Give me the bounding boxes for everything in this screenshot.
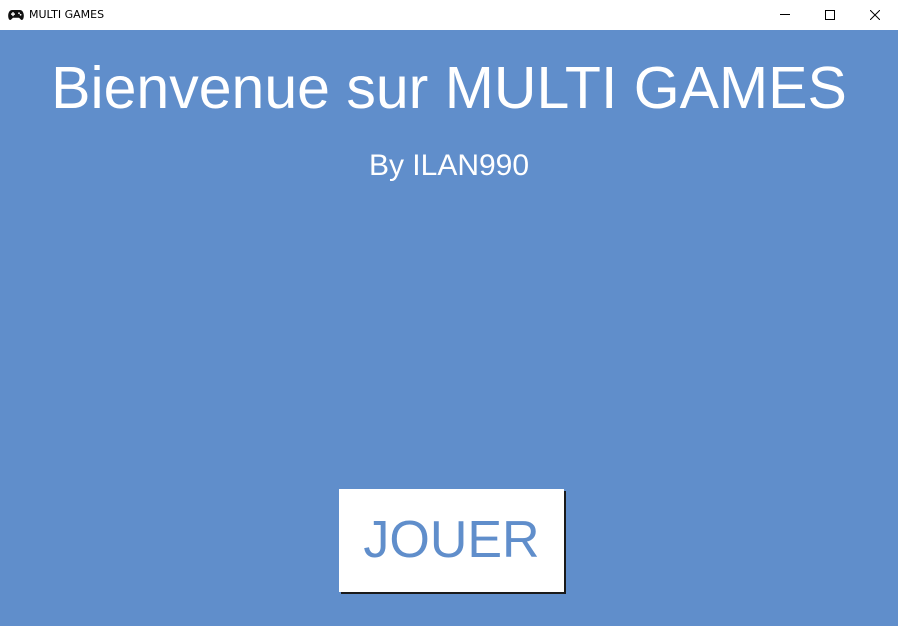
welcome-title: Bienvenue sur MULTI GAMES <box>51 55 847 121</box>
close-icon <box>870 10 880 20</box>
gamepad-icon <box>8 8 24 22</box>
close-button[interactable] <box>852 0 898 30</box>
play-button[interactable]: JOUER <box>339 489 564 592</box>
author-subtitle: By ILAN990 <box>368 149 530 182</box>
game-screen: Bienvenue sur MULTI GAMES By ILAN990 JOU… <box>0 30 898 626</box>
maximize-button[interactable] <box>807 0 853 30</box>
title-bar[interactable]: MULTI GAMES <box>0 0 898 30</box>
window-title: MULTI GAMES <box>29 8 105 21</box>
app-window: MULTI GAMES Bienvenue sur MULTI GAMES By… <box>0 0 898 626</box>
minimize-icon <box>780 14 790 15</box>
maximize-icon <box>825 10 835 20</box>
minimize-button[interactable] <box>762 0 808 30</box>
